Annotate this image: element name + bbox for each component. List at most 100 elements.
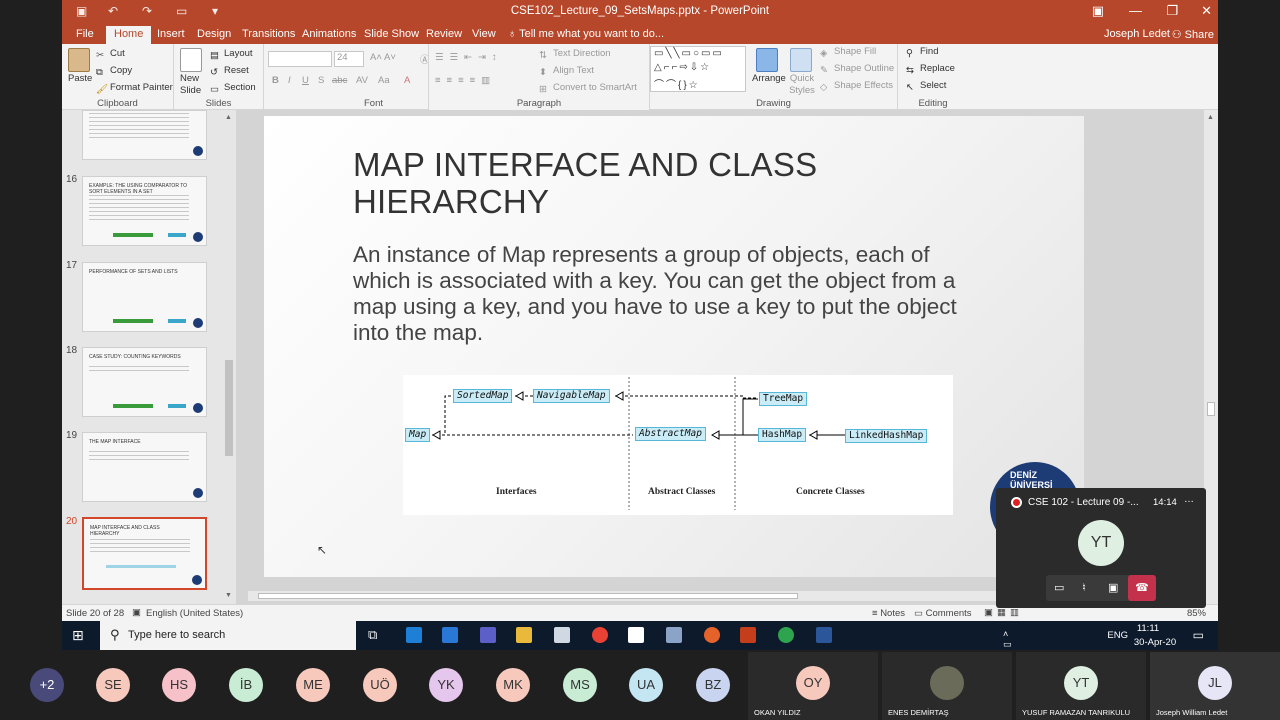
taskbar-search[interactable]: ⚲ Type here to search bbox=[100, 621, 356, 650]
meeting-mini-window[interactable]: CSE 102 - Lecture 09 -... 14:14 … YT ▭ ♮… bbox=[996, 488, 1206, 608]
font-size-select[interactable]: 24 bbox=[334, 51, 364, 67]
notification-icon[interactable]: ▭ bbox=[1193, 628, 1204, 642]
thumbnail-scrollbar[interactable]: ▲ ▼ bbox=[222, 110, 236, 604]
hang-up-icon[interactable]: ☎ bbox=[1128, 575, 1156, 601]
scroll-down-icon[interactable]: ▼ bbox=[225, 592, 232, 599]
maximize-icon[interactable]: ❐ bbox=[1166, 3, 1178, 19]
powerpoint-icon[interactable] bbox=[740, 627, 756, 643]
reset-button[interactable]: ↺ Reset bbox=[210, 65, 249, 78]
chrome-icon[interactable] bbox=[592, 627, 608, 643]
participant-avatar[interactable]: İB bbox=[229, 668, 263, 702]
participant-tile[interactable]: OY OKAN YILDIZ bbox=[748, 652, 878, 720]
format-painter-button[interactable]: 🖌 Format Painter bbox=[96, 82, 173, 95]
participant-avatar[interactable]: HS bbox=[162, 668, 196, 702]
paint-icon[interactable] bbox=[666, 627, 682, 643]
mail-icon[interactable] bbox=[442, 627, 458, 643]
input-language[interactable]: ENG bbox=[1107, 630, 1128, 641]
slide-thumbnail-20[interactable]: MAP INTERFACE AND CLASS HIERARCHY bbox=[82, 517, 207, 590]
cut-button[interactable]: ✂ Cut bbox=[96, 48, 125, 61]
participant-avatar[interactable]: BZ bbox=[696, 668, 730, 702]
participant-tile[interactable]: JL Joseph William Ledet bbox=[1150, 652, 1280, 720]
slide-thumbnail-18[interactable]: CASE STUDY: COUNTING KEYWORDS bbox=[82, 347, 207, 417]
clock-time[interactable]: 11:11 bbox=[1132, 623, 1164, 634]
bold-button[interactable]: B bbox=[272, 75, 279, 86]
tab-slide-show[interactable]: Slide Show bbox=[364, 28, 419, 40]
new-slide-icon[interactable] bbox=[180, 48, 202, 72]
tab-review[interactable]: Review bbox=[426, 28, 462, 40]
select-button[interactable]: ↖ Select bbox=[906, 80, 946, 93]
participant-avatar[interactable]: UA bbox=[629, 668, 663, 702]
participant-avatar[interactable]: YK bbox=[429, 668, 463, 702]
windows-start-icon[interactable]: ⊞ bbox=[72, 627, 84, 644]
edge-icon[interactable] bbox=[406, 627, 422, 643]
microphone-icon[interactable]: ♮ bbox=[1082, 581, 1086, 594]
tab-view[interactable]: View bbox=[472, 28, 496, 40]
slide-thumbnail-15[interactable] bbox=[82, 110, 207, 160]
font-family-select[interactable] bbox=[268, 51, 332, 67]
teams-icon[interactable] bbox=[480, 627, 496, 643]
chrome-profile-icon[interactable] bbox=[778, 627, 794, 643]
replace-button[interactable]: ⇆ Replace bbox=[906, 63, 955, 76]
minimize-icon[interactable]: — bbox=[1129, 3, 1142, 18]
spellcheck-icon[interactable]: ▣ bbox=[132, 607, 141, 618]
grow-font-icon[interactable]: A˄ A˅ bbox=[370, 52, 396, 63]
change-case-icon[interactable]: Aa bbox=[378, 75, 390, 86]
tab-file[interactable]: File bbox=[76, 28, 94, 40]
share-button[interactable]: ⚇ Share bbox=[1172, 28, 1214, 41]
underline-button[interactable]: U bbox=[302, 75, 309, 86]
task-view-icon[interactable]: ⧉ bbox=[368, 627, 384, 643]
participant-avatar[interactable]: SE bbox=[96, 668, 130, 702]
shape-fill-button[interactable]: ◈ Shape Fill bbox=[820, 46, 876, 59]
shape-outline-button[interactable]: ✎ Shape Outline bbox=[820, 63, 894, 76]
scroll-up-icon[interactable]: ▲ bbox=[1207, 114, 1214, 121]
comments-button[interactable]: ▭ Comments bbox=[914, 608, 972, 619]
layout-button[interactable]: ▤ Layout bbox=[210, 48, 253, 61]
participant-avatar[interactable]: MK bbox=[496, 668, 530, 702]
section-button[interactable]: ▭ Section bbox=[210, 82, 256, 95]
strikethrough-button[interactable]: abc bbox=[332, 75, 347, 86]
close-icon[interactable]: ✕ bbox=[1201, 3, 1212, 19]
shadow-button[interactable]: S bbox=[318, 75, 324, 86]
ribbon-display-icon[interactable]: ▣ bbox=[1092, 3, 1104, 19]
more-options-icon[interactable]: … bbox=[1184, 494, 1194, 505]
slide-thumbnail-19[interactable]: THE MAP INTERFACE bbox=[82, 432, 207, 502]
user-name[interactable]: Joseph Ledet bbox=[1104, 28, 1170, 40]
slide-thumbnail-16[interactable]: EXAMPLE: THE USING COMPARATOR TO SORT EL… bbox=[82, 176, 207, 246]
clock-date[interactable]: 30-Apr-20 bbox=[1132, 637, 1178, 648]
word-icon[interactable] bbox=[816, 627, 832, 643]
file-explorer-icon[interactable] bbox=[516, 627, 532, 643]
hscroll-thumb[interactable] bbox=[258, 593, 798, 599]
tab-insert[interactable]: Insert bbox=[157, 28, 185, 40]
copy-button[interactable]: ⧉ Copy bbox=[96, 65, 132, 78]
paste-button[interactable]: Paste bbox=[68, 73, 92, 84]
list-buttons-icon[interactable]: ☰☰⇤⇥↕ bbox=[435, 52, 503, 63]
participant-avatar[interactable]: ME bbox=[296, 668, 330, 702]
smartart-button[interactable]: ⊞ Convert to SmartArt bbox=[539, 82, 637, 95]
language-status[interactable]: English (United States) bbox=[146, 608, 243, 619]
zoom-level[interactable]: 85% bbox=[1187, 608, 1206, 619]
slide-body-text[interactable]: An instance of Map represents a group of… bbox=[353, 242, 973, 346]
slide-title[interactable]: MAP INTERFACE AND CLASS HIERARCHY bbox=[353, 146, 873, 220]
tell-me-search[interactable]: ♁ Tell me what you want to do... bbox=[508, 28, 664, 40]
tab-home[interactable]: Home bbox=[106, 26, 152, 44]
view-buttons-icon[interactable]: ▣▦▥ bbox=[984, 607, 1023, 618]
notes-button[interactable]: ≡ Notes bbox=[872, 608, 905, 619]
g-app-icon[interactable] bbox=[628, 627, 644, 643]
participant-tile[interactable]: YT YUSUF RAMAZAN TANRIKULU bbox=[1016, 652, 1146, 720]
participant-avatar[interactable]: UÖ bbox=[363, 668, 397, 702]
shape-effects-button[interactable]: ◇ Shape Effects bbox=[820, 80, 893, 93]
tab-transitions[interactable]: Transitions bbox=[242, 28, 295, 40]
tab-animations[interactable]: Animations bbox=[302, 28, 356, 40]
participant-avatar[interactable]: MS bbox=[563, 668, 597, 702]
scroll-thumb[interactable] bbox=[225, 360, 233, 456]
font-color-icon[interactable]: A bbox=[404, 75, 410, 86]
scroll-up-icon[interactable]: ▲ bbox=[225, 114, 232, 121]
text-direction-button[interactable]: ⇅ Text Direction bbox=[539, 48, 611, 61]
slide-canvas[interactable]: MAP INTERFACE AND CLASS HIERARCHY An ins… bbox=[264, 116, 1084, 577]
align-buttons-icon[interactable]: ≡≡≡≡▥ bbox=[435, 75, 496, 86]
map-hierarchy-diagram[interactable]: SortedMap NavigableMap TreeMap Map Abstr… bbox=[403, 375, 953, 515]
shapes-gallery[interactable]: ▭╲╲▭○▭▭ △⌐⌐⇨⇩☆ ⌒⌒{}☆ bbox=[650, 46, 746, 92]
arrange-icon[interactable] bbox=[756, 48, 778, 72]
participant-tile[interactable]: ENES DEMİRTAŞ bbox=[882, 652, 1012, 720]
arrange-button[interactable]: Arrange bbox=[752, 73, 786, 84]
